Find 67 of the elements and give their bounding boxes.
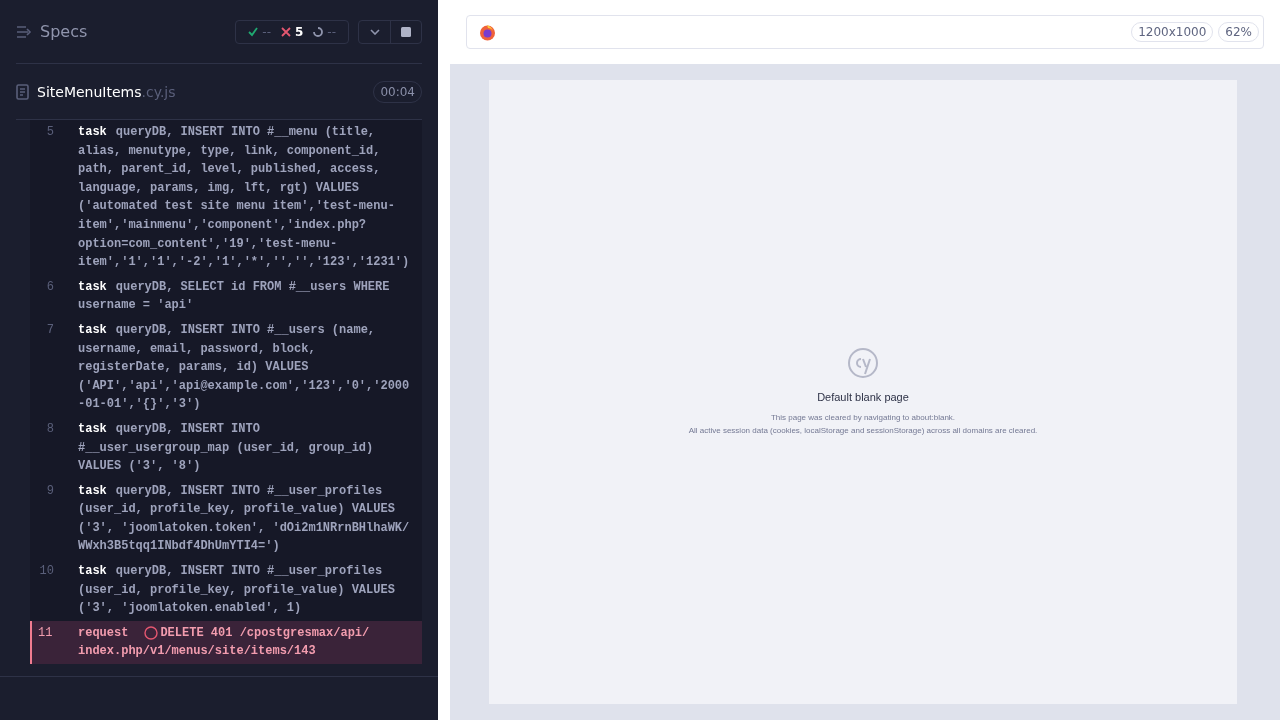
chevron-down-icon xyxy=(369,28,380,35)
command-message-line: queryDB, INSERT INTO #__user_profiles xyxy=(115,482,383,500)
cross-icon xyxy=(280,26,291,37)
failed-circle-icon xyxy=(144,626,159,641)
command-message-line: ('automated test site menu item','test-menu- xyxy=(78,199,395,214)
command-message-line: DELETE 401 /cpostgresmax/api/ xyxy=(160,624,370,642)
specs-list-icon xyxy=(16,24,32,39)
command-message-line: queryDB, SELECT id FROM #__users WHERE xyxy=(115,278,390,296)
command-message-line: username, email, password, block, xyxy=(78,341,316,356)
line-number: 5 xyxy=(45,124,55,141)
line-number: 10 xyxy=(38,563,55,581)
blank-page-note: This page was cleared by navigating to about:blank. xyxy=(770,412,956,424)
command-name: task xyxy=(78,124,107,141)
command-message-line: queryDB, INSERT INTO #__user_profiles xyxy=(115,563,383,581)
command-row[interactable]: 9 task queryDB, INSERT INTO #__user_profiles (user_id, profile_key, profile_value) VALUES ('3', 'joomlatoken.token', 'dOi2m1NRrnBHlhaWK/ WWxh3B5tqq1INbdf4DhUmYTI4=') xyxy=(30,478,422,560)
line-number: 9 xyxy=(45,482,55,500)
failed-command-row[interactable]: 11 request DELETE 401 /cpostgresmax/api/ index.php/v1/menus/site/items/143 xyxy=(30,620,422,665)
command-message-line: ('3', 'joomlatoken.enabled', 1) xyxy=(78,601,302,616)
line-number: 8 xyxy=(45,420,55,438)
command-message-line: language, params, img, lft, rgt) VALUES xyxy=(78,180,359,195)
command-message-line: -01-01','{}','3') xyxy=(78,397,201,412)
command-name: task xyxy=(78,563,107,581)
command-message-line: index.php/v1/menus/site/items/143 xyxy=(78,644,316,659)
spec-file-extension: .cy.js xyxy=(141,83,176,100)
command-message-line: item','1','1','-2','1','*','','','123','1231') xyxy=(78,255,410,270)
line-number: 6 xyxy=(45,278,55,296)
stop-square-icon xyxy=(401,26,411,37)
command-name: request xyxy=(78,624,129,642)
command-name: task xyxy=(78,482,107,500)
command-message-line: item','mainmenu','component','index.php? xyxy=(78,217,367,232)
command-message-line: registerDate, params, id) VALUES xyxy=(78,360,309,375)
command-message-line: #__user_usergroup_map (user_id, group_id) xyxy=(78,440,374,455)
passed-count: -- xyxy=(262,24,271,39)
command-message-line: option=com_content','19','test-menu- xyxy=(78,236,338,251)
line-number: 7 xyxy=(45,321,55,339)
command-message-line: queryDB, INSERT INTO #__menu (title, xyxy=(115,124,376,141)
command-message-line: ('API','api','api@example.com','123','0','2000 xyxy=(78,378,410,393)
blank-page-note: All active session data (cookies, localStorage and sessionStorage) across all domains are cleared. xyxy=(688,425,1038,437)
pending-count: -- xyxy=(327,24,336,39)
browser-logo-icon xyxy=(479,23,496,41)
command-message-line: ('3', 'joomlatoken.token', 'dOi2m1NRrnBHlhaWK/ xyxy=(78,520,410,535)
command-name: task xyxy=(78,278,107,296)
line-number: 11 xyxy=(37,624,54,642)
command-row[interactable]: 6 task queryDB, SELECT id FROM #__users WHERE username = 'api' xyxy=(30,274,422,318)
pending-spinner-icon xyxy=(313,26,324,37)
url-bar[interactable]: 1200x1000 62% xyxy=(466,15,1264,49)
command-row[interactable]: 7 task queryDB, INSERT INTO #__users (name, username, email, password, block, registerDate, params, id) VALUES ('API','api','api@example.com','123','0','2000 -01-01','{}','3') xyxy=(30,317,422,417)
command-row[interactable]: 10 task queryDB, INSERT INTO #__user_profiles (user_id, profile_key, profile_value) VALUES ('3', 'joomlatoken.enabled', 1) xyxy=(30,559,422,621)
checkmark-icon xyxy=(248,26,259,37)
command-message-line: (user_id, profile_key, profile_value) VALUES xyxy=(78,502,395,517)
blank-page-title: Default blank page xyxy=(817,391,909,403)
spec-file-name: SiteMenuItems xyxy=(37,83,142,100)
document-icon xyxy=(16,83,29,100)
command-row[interactable]: 8 task queryDB, INSERT INTO #__user_usergroup_map (user_id, group_id) VALUES ('3', '8') xyxy=(30,416,422,479)
command-message-line: WWxh3B5tqq1INbdf4DhUmYTI4=') xyxy=(78,539,280,554)
failed-count: 5 xyxy=(294,24,304,39)
panel-title: Specs xyxy=(40,22,89,41)
command-message-line: queryDB, INSERT INTO #__users (name, xyxy=(115,321,376,339)
command-message-line: (user_id, profile_key, profile_value) VALUES xyxy=(78,582,395,597)
command-message-line: alias, menutype, type, link, component_id, xyxy=(78,143,381,158)
command-name: task xyxy=(78,420,107,438)
command-message-line: username = 'api' xyxy=(78,298,194,313)
command-message-line: VALUES ('3', '8') xyxy=(78,459,201,474)
command-name: task xyxy=(78,321,107,339)
command-message-line: path, parent_id, level, published, access, xyxy=(78,162,381,177)
command-message-line: queryDB, INSERT INTO xyxy=(115,420,260,438)
cy-logo-icon xyxy=(847,347,879,379)
